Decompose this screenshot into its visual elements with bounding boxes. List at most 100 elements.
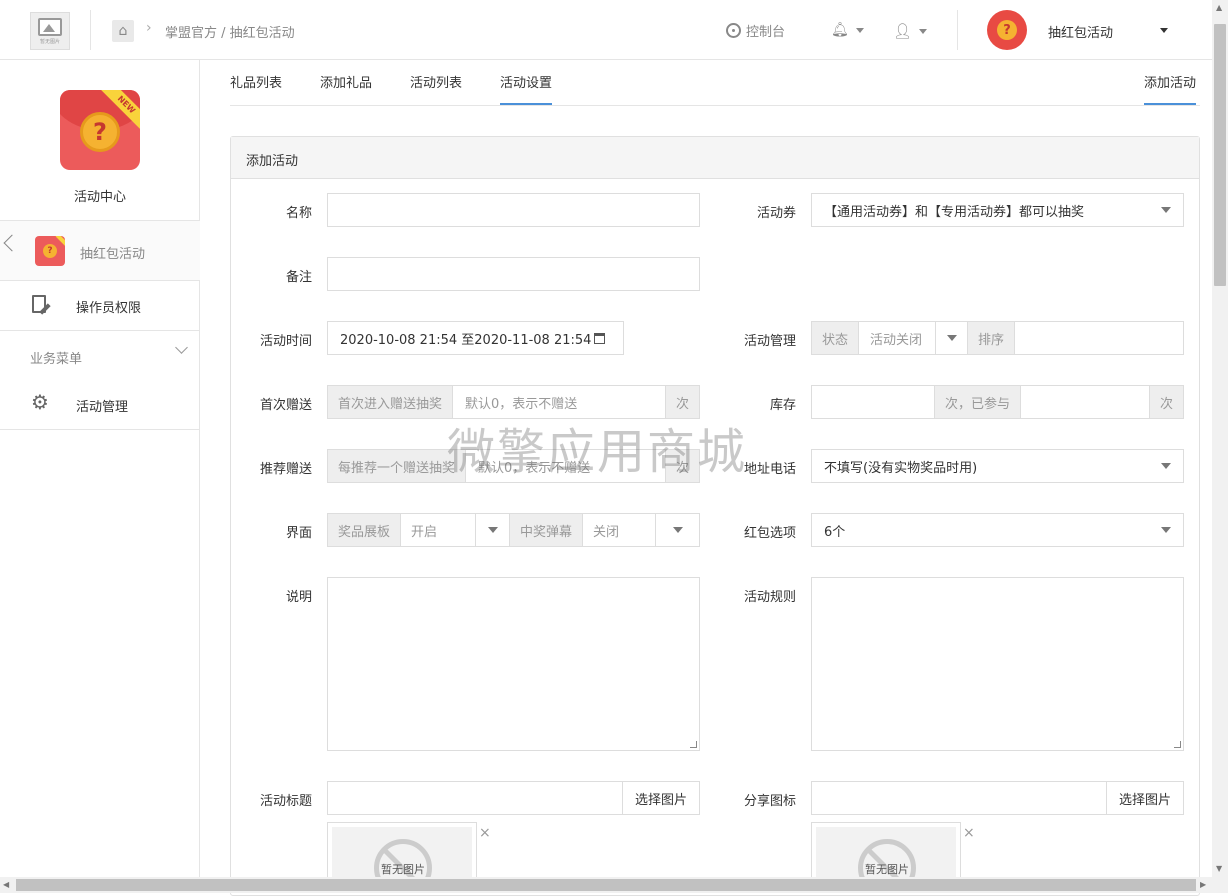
status-select[interactable]: 活动关闭 <box>859 322 935 354</box>
sidebar-item-activity-management[interactable]: ⚙ 活动管理 <box>0 380 200 430</box>
sidebar-section-business-menu[interactable]: 业务菜单 <box>0 330 200 380</box>
scroll-thumb[interactable] <box>1214 24 1226 286</box>
panel-title: 添加活动 <box>231 137 1199 179</box>
sidebar-item-operator-permissions[interactable]: 操作员权限 <box>0 280 200 330</box>
first-gift-unit: 次 <box>665 386 699 418</box>
title-image-input[interactable] <box>328 782 623 814</box>
manage-group: 状态 活动关闭 排序 <box>811 321 1184 355</box>
image-placeholder-icon <box>38 17 62 36</box>
stock-input[interactable] <box>812 386 935 418</box>
sidebar-item-label: 操作员权限 <box>76 301 142 316</box>
app-icon: ? NEW <box>60 90 140 170</box>
console-label: 控制台 <box>746 25 786 40</box>
remove-image-icon[interactable]: × <box>479 825 491 841</box>
tab-activity-settings[interactable]: 活动设置 <box>500 72 553 105</box>
prize-board-addon: 奖品展板 <box>328 514 402 546</box>
desc-label: 说明 <box>285 590 312 605</box>
user-icon: 👤︎ <box>893 22 913 40</box>
chevron-down-icon[interactable] <box>655 514 699 546</box>
title-image-group: 选择图片 <box>327 781 700 815</box>
time-label: 活动时间 <box>259 334 312 349</box>
chevron-left-icon[interactable] <box>3 234 21 252</box>
resize-handle-icon[interactable] <box>1174 741 1181 748</box>
scroll-up-icon[interactable]: ▲ <box>1216 3 1222 12</box>
stock-mid-addon: 次，已参与 <box>935 386 1022 418</box>
user-menu-button[interactable]: 👤︎ <box>893 22 928 40</box>
tab-add-activity[interactable]: 添加活动 <box>1144 72 1197 105</box>
recommend-group: 每推荐一个赠送抽奖 默认0，表示不赠送 次 <box>327 449 700 483</box>
sidebar: ? NEW 活动中心 ? 抽红包活动 操作员权限 业务菜单 ⚙ 活动管理 <box>0 60 200 893</box>
tab-gift-list[interactable]: 礼品列表 <box>230 72 282 103</box>
status-addon: 状态 <box>812 322 860 354</box>
sidebar-item-redpack[interactable]: ? 抽红包活动 <box>0 220 200 280</box>
scroll-left-icon[interactable]: ◀ <box>3 880 9 889</box>
chevron-down-icon <box>1149 514 1183 546</box>
chevron-down-icon[interactable] <box>175 341 188 354</box>
dashboard-icon <box>726 23 741 38</box>
remove-image-icon[interactable]: × <box>963 825 975 841</box>
horizontal-scrollbar[interactable]: ◀ ▶ <box>0 877 1228 893</box>
redpack-select[interactable]: 6个 <box>811 513 1184 547</box>
question-coin-icon: ? <box>997 20 1017 40</box>
breadcrumb[interactable]: 掌盟官方 / 抽红包活动 <box>165 22 295 41</box>
first-gift-addon: 首次进入赠送抽奖 <box>328 386 454 418</box>
address-label: 地址电话 <box>743 462 796 477</box>
chevron-down-icon <box>919 28 928 34</box>
stock-unit: 次 <box>1149 386 1183 418</box>
ui-group: 奖品展板 开启 中奖弹幕 关闭 <box>327 513 700 547</box>
chevron-down-icon <box>1149 194 1183 226</box>
name-input[interactable] <box>327 193 700 227</box>
vertical-scrollbar[interactable]: ▲ ▼ <box>1212 0 1228 877</box>
chevron-right-icon: › <box>146 20 152 36</box>
chevron-down-icon[interactable] <box>475 514 511 546</box>
voucher-label: 活动券 <box>756 206 796 221</box>
chevron-down-icon[interactable] <box>935 322 969 354</box>
address-select[interactable]: 不填写(没有实物奖品时用) <box>811 449 1184 483</box>
account-dropdown-icon[interactable] <box>1160 28 1168 33</box>
redpack-label: 红包选项 <box>743 526 796 541</box>
tab-bar: 礼品列表 添加礼品 活动列表 活动设置 添加活动 <box>230 60 1200 106</box>
share-image-input[interactable] <box>812 782 1107 814</box>
chevron-down-icon <box>855 27 864 33</box>
first-gift-label: 首次赠送 <box>259 398 312 413</box>
title-image-button[interactable]: 选择图片 <box>623 782 699 814</box>
chevron-down-icon <box>1149 450 1183 482</box>
note-input[interactable] <box>327 257 700 291</box>
resize-handle-icon[interactable] <box>690 741 697 748</box>
share-image-button[interactable]: 选择图片 <box>1107 782 1183 814</box>
date-range-input[interactable]: 2020-10-08 21:54 至2020-11-08 21:54 <box>327 321 624 355</box>
description-textarea[interactable] <box>327 577 700 751</box>
notifications-button[interactable]: 🔔︎ <box>831 22 864 38</box>
rules-textarea[interactable] <box>811 577 1184 751</box>
sort-input[interactable] <box>1015 322 1183 354</box>
title-image-preview: 暂无图片 <box>327 822 477 882</box>
site-logo[interactable]: 暂无图片 <box>30 12 70 50</box>
redpack-value: 6个 <box>824 524 846 540</box>
danmaku-select[interactable]: 关闭 <box>583 514 655 546</box>
scroll-down-icon[interactable]: ▼ <box>1216 864 1222 873</box>
voucher-select[interactable]: 【通用活动券】和【专用活动券】都可以抽奖 <box>811 193 1184 227</box>
danmaku-addon: 中奖弹幕 <box>510 514 584 546</box>
divider <box>957 10 958 50</box>
redpack-icon: ? <box>35 236 65 266</box>
sort-addon: 排序 <box>968 322 1016 354</box>
gear-icon: ⚙ <box>31 390 49 414</box>
participated-input[interactable] <box>1021 386 1150 418</box>
prize-board-select[interactable]: 开启 <box>401 514 475 546</box>
scroll-thumb[interactable] <box>16 879 1196 891</box>
tab-add-gift[interactable]: 添加礼品 <box>320 72 372 103</box>
note-label: 备注 <box>285 270 312 285</box>
tab-activity-list[interactable]: 活动列表 <box>410 72 462 103</box>
account-name[interactable]: 抽红包活动 <box>1048 22 1113 41</box>
ui-label: 界面 <box>285 526 312 541</box>
scroll-right-icon[interactable]: ▶ <box>1200 880 1206 889</box>
title-image-label: 活动标题 <box>259 794 312 809</box>
console-link[interactable]: 控制台 <box>726 21 785 40</box>
recommend-input[interactable]: 默认0，表示不赠送 <box>466 450 666 482</box>
account-avatar[interactable]: ? <box>987 10 1027 50</box>
first-gift-input[interactable]: 默认0，表示不赠送 <box>453 386 666 418</box>
calendar-icon <box>594 332 606 344</box>
sidebar-item-label: 抽红包活动 <box>80 247 146 262</box>
home-icon[interactable]: ⌂ <box>112 20 134 42</box>
voucher-value: 【通用活动券】和【专用活动券】都可以抽奖 <box>824 204 1085 220</box>
